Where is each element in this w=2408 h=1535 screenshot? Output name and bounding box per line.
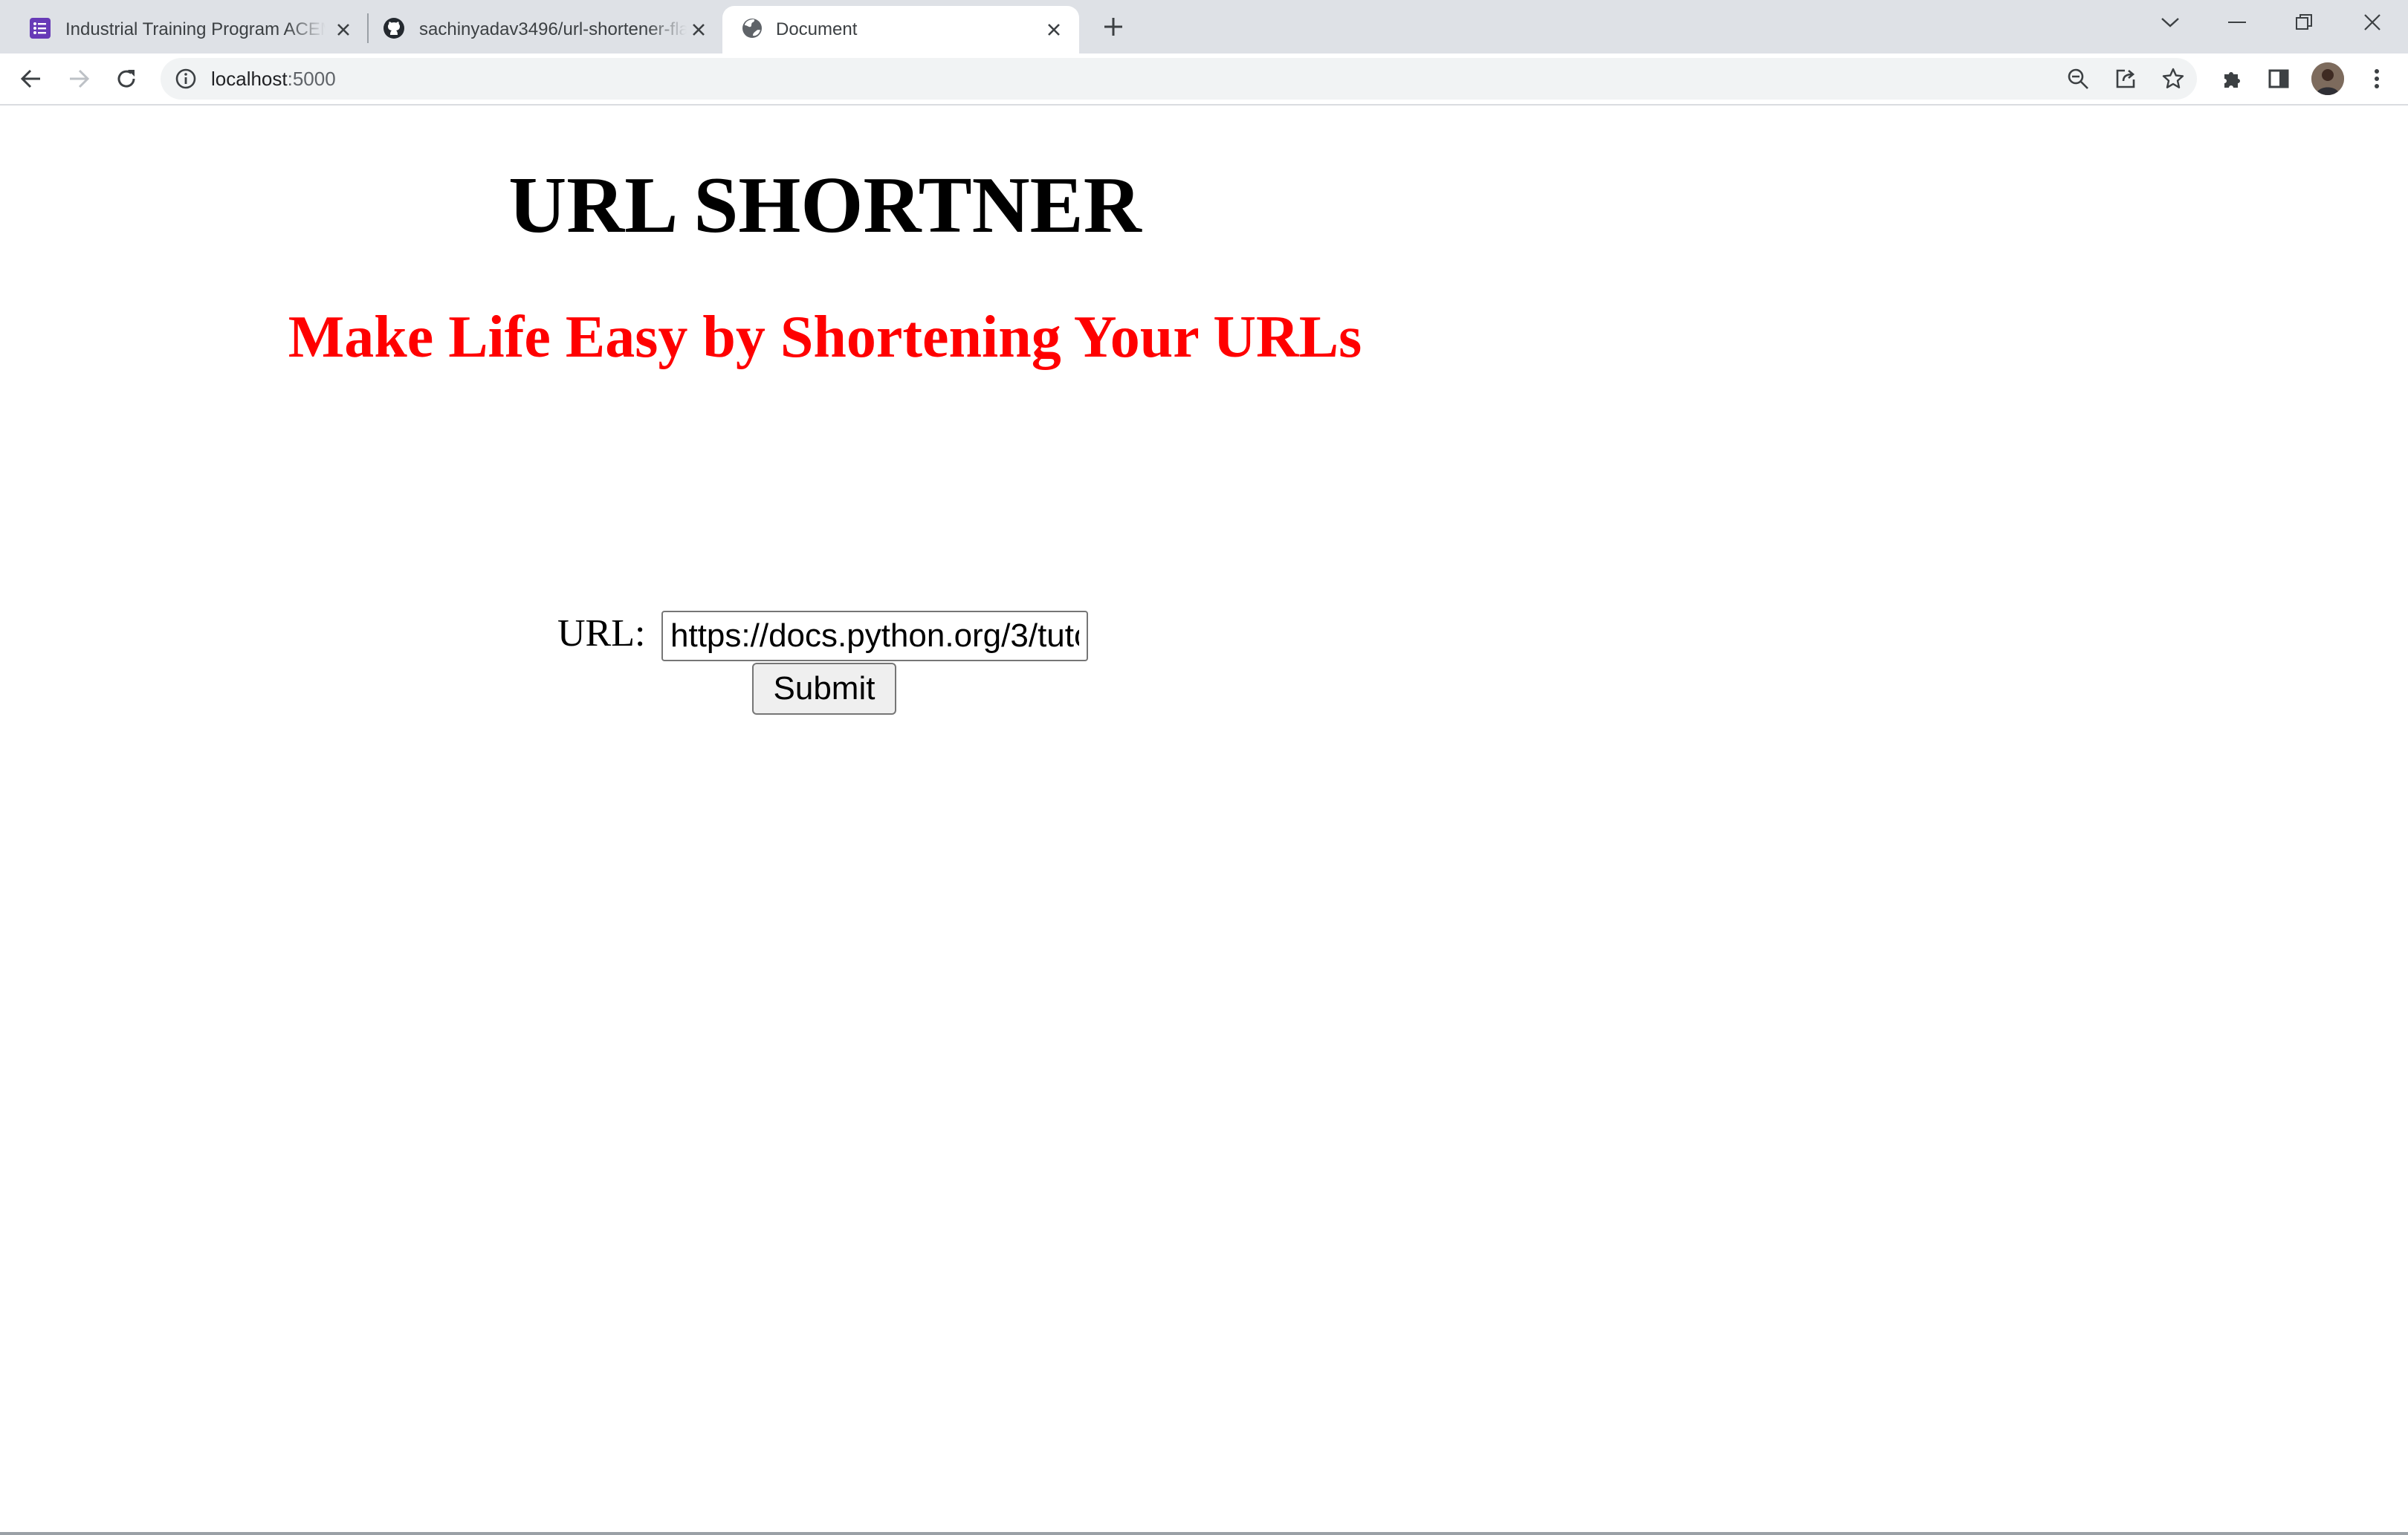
address-bar[interactable]: localhost:5000 — [161, 58, 2197, 100]
zoom-out-icon — [2068, 68, 2088, 89]
close-icon[interactable] — [688, 19, 709, 40]
forward-arrow-icon — [70, 69, 90, 88]
window-bottom-border — [0, 1532, 2408, 1535]
url-host: localhost — [211, 68, 288, 90]
share-button[interactable] — [2111, 64, 2140, 94]
browser-toolbar: localhost:5000 — [0, 53, 2408, 106]
plus-icon — [1104, 18, 1122, 36]
tab-title: Document — [776, 19, 858, 39]
tab-search-button[interactable] — [2151, 7, 2189, 37]
back-arrow-icon — [20, 69, 40, 88]
url-port: :5000 — [287, 68, 336, 90]
github-icon — [383, 18, 404, 39]
tab-github[interactable]: sachinyadav3496/url-shortener-flask — [354, 6, 718, 53]
avatar[interactable] — [2311, 62, 2344, 95]
url-input[interactable] — [661, 611, 1088, 661]
reload-icon — [117, 70, 135, 88]
bookmark-button[interactable] — [2158, 64, 2188, 94]
tab-title: Industrial Training Program ACEM — [65, 19, 326, 39]
reload-button[interactable] — [111, 64, 141, 94]
submit-button[interactable]: Submit — [752, 663, 896, 715]
extensions-button[interactable] — [2218, 64, 2247, 94]
share-icon — [2116, 69, 2135, 88]
tab-title: sachinyadav3496/url-shortener-flask — [419, 19, 687, 39]
side-panel-icon — [2268, 69, 2289, 88]
close-icon — [2364, 14, 2381, 30]
chevron-down-icon — [2161, 18, 2179, 27]
forms-icon — [30, 18, 51, 39]
restore-icon — [2296, 14, 2312, 30]
url-label: URL: — [557, 612, 646, 655]
profile-icon — [2311, 62, 2344, 95]
tab-strip: Industrial Training Program ACEM sachiny… — [0, 0, 2408, 53]
url-text[interactable]: localhost:5000 — [211, 68, 336, 91]
puzzle-icon — [2224, 72, 2240, 88]
minimize-icon — [2228, 22, 2246, 23]
page-title: URL SHORTNER — [508, 161, 1142, 250]
back-button[interactable] — [16, 64, 46, 94]
restore-button[interactable] — [2285, 7, 2323, 37]
close-icon[interactable] — [1043, 19, 1064, 40]
new-tab-button[interactable] — [1098, 12, 1128, 42]
info-icon[interactable] — [174, 67, 198, 91]
tab-industrial-training[interactable]: Industrial Training Program ACEM — [0, 6, 364, 53]
globe-icon — [742, 19, 762, 38]
minimize-button[interactable] — [2218, 7, 2256, 37]
star-icon — [2162, 68, 2184, 88]
close-window-button[interactable] — [2353, 7, 2392, 37]
kebab-menu-icon — [2375, 69, 2379, 88]
close-icon[interactable] — [333, 19, 354, 40]
page-subtitle: Make Life Easy by Shortening Your URLs — [288, 305, 1362, 370]
forward-button[interactable] — [64, 64, 94, 94]
zoom-button[interactable] — [2063, 64, 2093, 94]
side-panel-button[interactable] — [2264, 64, 2294, 94]
tab-document[interactable]: Document — [722, 6, 1079, 53]
menu-button[interactable] — [2362, 64, 2392, 94]
